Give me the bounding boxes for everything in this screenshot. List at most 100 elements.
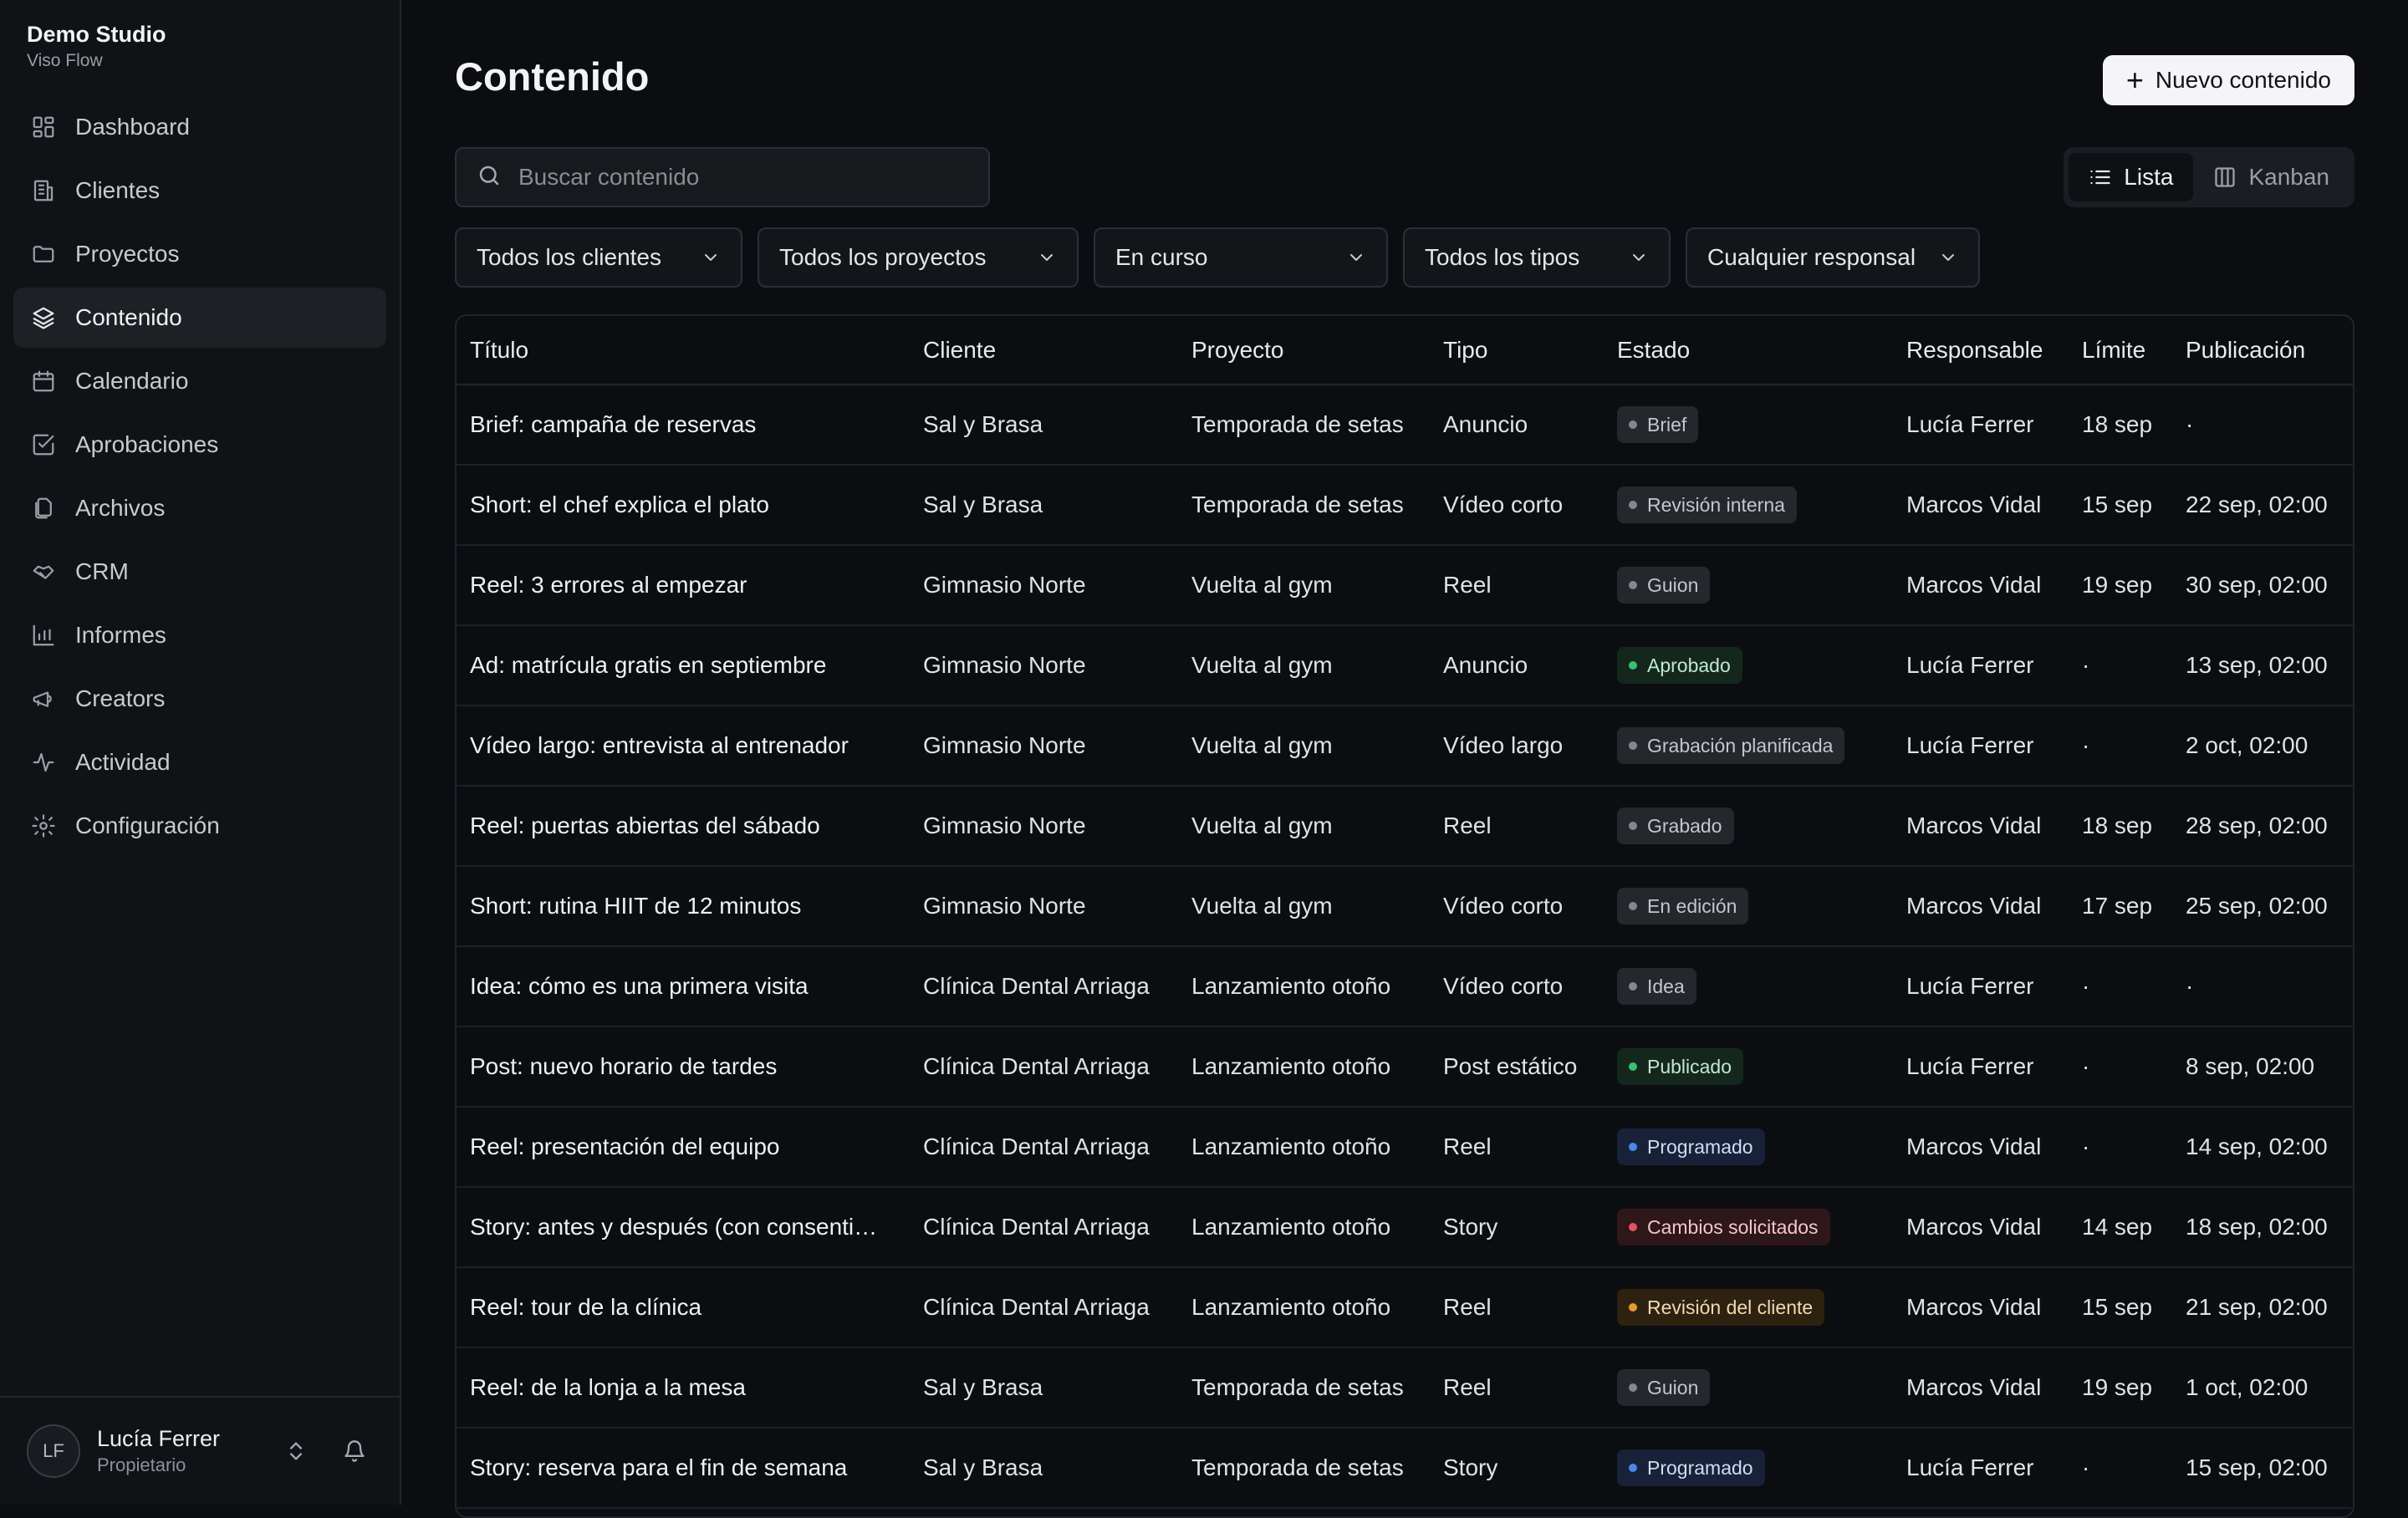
status-badge: En edición (1617, 888, 1749, 925)
table-row[interactable]: Short: el chef explica el plato Sal y Bra… (457, 465, 2353, 546)
filter-value: En curso (1115, 244, 1208, 270)
new-content-button[interactable]: + Nuevo contenido (2102, 55, 2354, 105)
cell-status: Guion (1604, 545, 1893, 626)
table-row[interactable]: Story: antes y después (con consenti… Clí… (457, 1187, 2353, 1268)
cell-title: Reel: 3 errores al empezar (457, 545, 910, 626)
status-dot (1629, 1303, 1637, 1312)
column-header[interactable]: Proyecto (1178, 316, 1430, 385)
megaphone-icon (30, 685, 57, 712)
cell-title: Short: rutina HIIT de 12 minutos (457, 866, 910, 947)
status-dot (1629, 1062, 1637, 1071)
sidebar-item-label: Calendario (75, 368, 189, 394)
table-header-row: Título Cliente Proyecto Tipo Estado Responsab… (457, 316, 2353, 385)
filter-dropdown-5[interactable]: Cualquier responsal (1686, 227, 1980, 288)
column-header[interactable]: Estado (1604, 316, 1893, 385)
cell-project: Lanzamiento otoño (1178, 946, 1430, 1027)
cell-owner: Marcos Vidal (1893, 465, 2069, 546)
cell-owner: Marcos Vidal (1893, 1187, 2069, 1268)
view-list-label: Lista (2124, 164, 2174, 190)
status-label: Grabado (1647, 814, 1722, 837)
table-row[interactable]: Post: nuevo horario de tardes Clínica Den… (457, 1026, 2353, 1108)
status-badge: Revisión del cliente (1617, 1289, 1825, 1326)
column-header[interactable]: Publicación (2172, 316, 2353, 385)
table-row[interactable]: Idea: cómo es una primera visita Clínica … (457, 946, 2353, 1027)
folder-icon (30, 241, 57, 267)
filter-dropdown-2[interactable]: Todos los proyectos (758, 227, 1079, 288)
table-row[interactable]: Brief: campaña de reservas Sal y Brasa Tem… (457, 385, 2353, 466)
sidebar-item-informes[interactable]: Informes (13, 605, 386, 665)
cell-type: Vídeo corto (1430, 465, 1604, 546)
page-title: Contenido (455, 54, 650, 99)
table-row[interactable]: Reel: tour de la clínica Clínica Dental A… (457, 1267, 2353, 1348)
brand: Demo Studio Viso Flow (0, 0, 400, 74)
cell-status: Grabación planificada (1604, 706, 1893, 787)
cell-publish: · (2172, 385, 2353, 466)
status-badge: Programado (1617, 1128, 1765, 1165)
column-header[interactable]: Título (457, 316, 910, 385)
sidebar-item-archivos[interactable]: Archivos (13, 478, 386, 538)
search-input[interactable] (518, 164, 968, 191)
cell-deadline: · (2069, 1428, 2172, 1509)
sidebar-item-label: Proyectos (75, 241, 180, 267)
table-row[interactable]: Reel: de la lonja a la mesa Sal y Brasa Te… (457, 1347, 2353, 1429)
cell-status: Aprobado (1604, 625, 1893, 706)
filter-dropdown-4[interactable]: Todos los tipos (1403, 227, 1671, 288)
filter-dropdown-1[interactable]: Todos los clientes (455, 227, 742, 288)
cell-project: Lanzamiento otoño (1178, 1026, 1430, 1108)
sidebar-item-crm[interactable]: CRM (13, 542, 386, 602)
status-label: Programado (1647, 1135, 1753, 1158)
table-row[interactable]: Short: rutina HIIT de 12 minutos Gimnasio… (457, 866, 2353, 947)
cell-status: Programado (1604, 1107, 1893, 1188)
column-header[interactable]: Tipo (1430, 316, 1604, 385)
bell-icon[interactable] (336, 1433, 373, 1470)
sidebar-item-label: Contenido (75, 304, 182, 330)
column-header[interactable]: Límite (2069, 316, 2172, 385)
status-dot (1629, 1464, 1637, 1472)
table-row[interactable]: Reel: puertas abiertas del sábado Gimnasi… (457, 786, 2353, 867)
cell-type: Reel (1430, 1347, 1604, 1429)
brand-name: Demo Studio (27, 22, 166, 47)
sidebar-item-configuracion[interactable]: Configuración (13, 796, 386, 856)
cell-type: Post estático (1430, 1026, 1604, 1108)
table-row[interactable]: Story: reserva para el fin de semana Sal … (457, 1428, 2353, 1509)
avatar[interactable]: LF (27, 1424, 80, 1478)
cell-publish: 8 sep, 02:00 (2172, 1026, 2353, 1108)
sidebar-item-clientes[interactable]: Clientes (13, 160, 386, 221)
cell-title: Short: el chef explica el plato (457, 465, 910, 546)
calendar-icon (30, 368, 57, 395)
chevrons-up-down-icon[interactable] (278, 1433, 314, 1470)
sidebar-item-creators[interactable]: Creators (13, 669, 386, 729)
table-row[interactable]: Vídeo largo: entrevista al entrenador Gim… (457, 706, 2353, 787)
table-row[interactable]: Reel: presentación del equipo Clínica Den… (457, 1107, 2353, 1188)
sidebar-item-calendario[interactable]: Calendario (13, 351, 386, 411)
cell-type: Reel (1430, 545, 1604, 626)
column-header[interactable]: Cliente (910, 316, 1178, 385)
cell-client: Clínica Dental Arriaga (910, 1107, 1178, 1188)
page-header: Contenido + Nuevo contenido (455, 0, 2354, 159)
view-kanban-button[interactable]: Kanban (2193, 153, 2349, 201)
status-badge: Programado (1617, 1449, 1765, 1486)
search-icon (477, 163, 518, 192)
sidebar-item-dashboard[interactable]: Dashboard (13, 97, 386, 157)
view-list-button[interactable]: Lista (2069, 153, 2194, 201)
cell-owner: Marcos Vidal (1893, 1267, 2069, 1348)
column-header[interactable]: Responsable (1893, 316, 2069, 385)
status-dot (1629, 982, 1637, 991)
sidebar-item-proyectos[interactable]: Proyectos (13, 224, 386, 284)
table-row[interactable]: Ad: matrícula gratis en septiembre Gimnas… (457, 625, 2353, 706)
sidebar-item-label: CRM (75, 558, 129, 584)
view-toggle: Lista Kanban (2064, 147, 2354, 207)
sidebar-item-aprobaciones[interactable]: Aprobaciones (13, 415, 386, 475)
status-label: Guion (1647, 573, 1699, 596)
cell-client: Sal y Brasa (910, 1428, 1178, 1509)
table-row[interactable]: Reel: 3 errores al empezar Gimnasio Norte… (457, 545, 2353, 626)
sidebar-item-actividad[interactable]: Actividad (13, 732, 386, 792)
cell-status: Grabado (1604, 786, 1893, 867)
sidebar-item-contenido[interactable]: Contenido (13, 288, 386, 348)
sidebar-item-label: Configuración (75, 812, 220, 838)
cell-deadline: 15 sep (2069, 1267, 2172, 1348)
activity-icon (30, 749, 57, 776)
status-dot (1629, 1223, 1637, 1231)
status-label: Guion (1647, 1376, 1699, 1398)
filter-dropdown-3[interactable]: En curso (1094, 227, 1388, 288)
